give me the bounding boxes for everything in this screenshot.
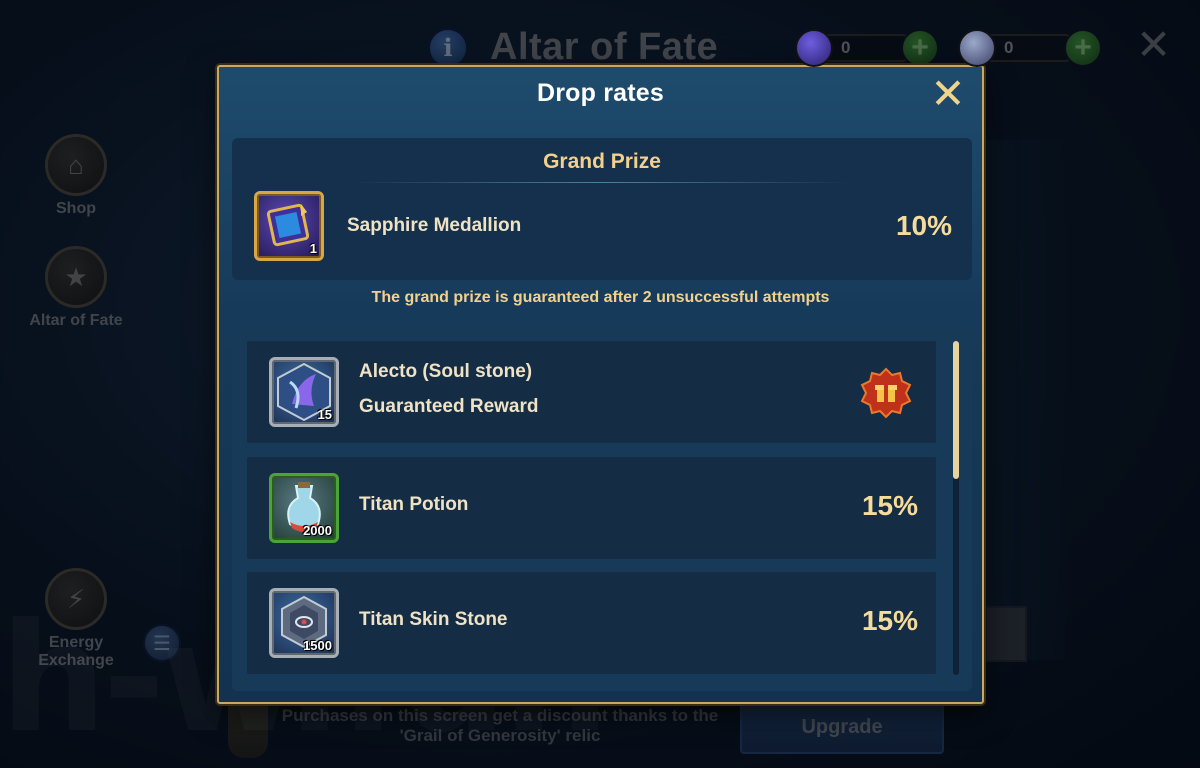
add-currency-button[interactable]: + [901,29,939,67]
drop-rates-modal: Drop rates ✕ Grand Prize 1 Sapphire Meda… [217,65,984,704]
grand-prize-heading: Grand Prize [543,150,661,173]
scroll-thumb[interactable] [953,341,959,479]
close-icon[interactable]: ✕ [930,73,966,115]
sapphire-medallion-icon[interactable]: 1 [254,191,324,261]
upgrade-button[interactable]: Upgrade [740,700,944,754]
currency-emerald: 0 + [795,28,939,68]
item-rate: 15% [861,605,918,636]
sidebar-item-energy-exchange[interactable]: ⚡ Energy Exchange [28,568,124,669]
alecto-soul-stone-icon: 15 [269,357,339,427]
shop-icon: ⌂ [45,134,107,196]
emerald-gem-icon [795,29,833,67]
item-name: Titan Skin Stone [359,609,508,630]
titan-potion-icon: 2000 [269,473,339,543]
grand-prize-panel: Grand Prize 1 Sapphire Medallion 10% [232,138,972,280]
upgrade-label: Upgrade [801,715,883,738]
currency-value: 0 [986,34,1070,62]
guarantee-note: The grand prize is guaranteed after 2 un… [371,289,830,306]
currency-value: 0 [823,34,907,62]
sidebar-item-altar[interactable]: ★ Altar of Fate [28,246,124,330]
list-menu-icon[interactable]: ☰ [143,624,181,662]
grand-prize-rate: 10% [895,210,952,241]
item-count: 1 [309,241,317,256]
lightning-exchange-icon: ⚡ [45,568,107,630]
item-subtitle: Guaranteed Reward [359,396,539,417]
divider [352,182,852,183]
add-currency-button[interactable]: + [1064,29,1102,67]
list-item[interactable]: 1500 Titan Skin Stone 15% [247,572,936,674]
sidebar-item-shop[interactable]: ⌂ Shop [28,134,124,218]
grail-icon [228,700,268,758]
sidebar-item-label: Shop [56,200,96,217]
item-name: Titan Potion [359,494,469,515]
sidebar-item-label: Energy Exchange [38,634,114,669]
item-rate: 15% [861,490,918,521]
sidebar-item-label: Altar of Fate [29,312,123,329]
item-count: 2000 [303,523,332,538]
item-name: Alecto (Soul stone) [359,361,533,382]
drop-list[interactable]: 15 Alecto (Soul stone) Guaranteed Reward [232,325,972,691]
background-panel [985,140,1065,660]
discount-footnote: Purchases on this screen get a discount … [281,706,719,746]
background-title: Altar of Fate [490,26,719,68]
list-item[interactable]: 15 Alecto (Soul stone) Guaranteed Reward [247,341,936,443]
info-icon[interactable]: i [428,27,468,68]
grand-prize-name: Sapphire Medallion [347,215,522,236]
pentagon-star-icon: ★ [45,246,107,308]
crystal-gem-icon [958,29,996,67]
gift-badge-icon [860,367,912,419]
list-item[interactable]: 2000 Titan Potion 15% [247,457,936,559]
modal-title: Drop rates [536,79,665,107]
scrollbar[interactable] [953,341,959,675]
background-header: i Altar of Fate [428,26,718,69]
currency-crystal: 0 + [958,28,1102,68]
screen-close-icon[interactable]: ✕ [1136,24,1171,66]
titan-skin-stone-icon: 1500 [269,588,339,658]
item-count: 1500 [303,638,332,653]
item-count: 15 [317,407,332,422]
background-slot [985,606,1027,662]
